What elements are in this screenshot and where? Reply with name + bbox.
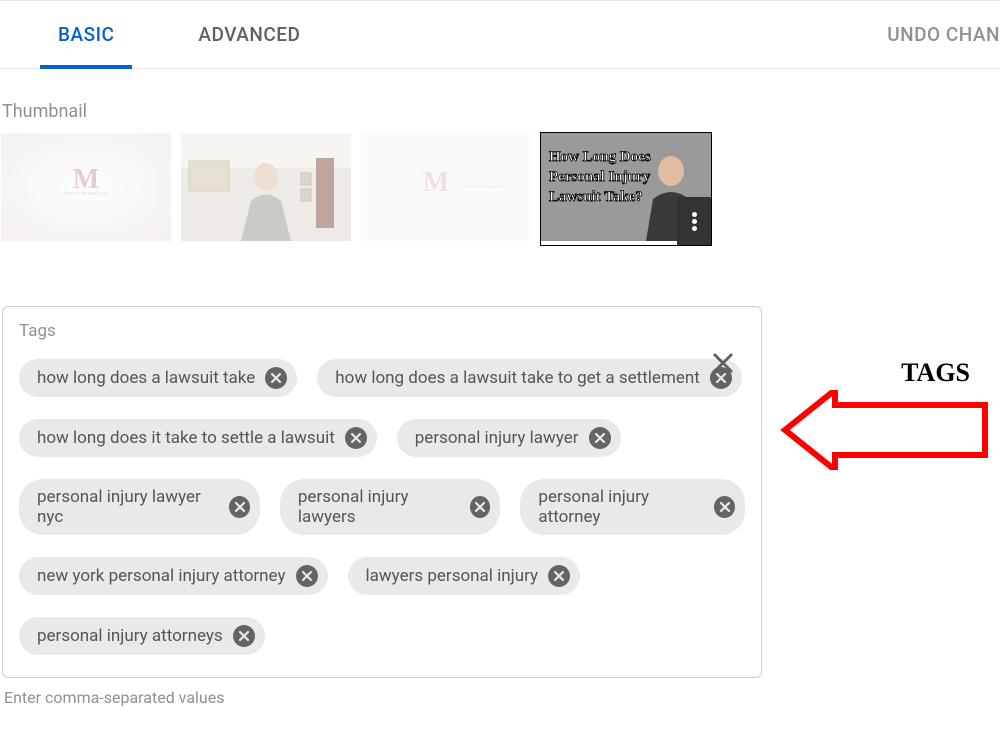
tag-chip-label: lawyers personal injury bbox=[366, 566, 539, 586]
tag-chip[interactable]: personal injury attorneys bbox=[19, 617, 265, 655]
tags-chip-area: how long does a lawsuit take how long doe… bbox=[19, 359, 745, 655]
tag-chip-label: personal injury attorney bbox=[538, 487, 704, 527]
tag-remove-button[interactable] bbox=[233, 625, 255, 647]
tag-remove-button[interactable] bbox=[229, 496, 250, 518]
tag-chip-label: personal injury lawyer bbox=[415, 428, 579, 448]
tag-chip-label: how long does a lawsuit take to get a se… bbox=[335, 368, 700, 388]
tag-remove-button[interactable] bbox=[548, 565, 570, 587]
tag-remove-button[interactable] bbox=[470, 496, 491, 518]
svg-text:M: M bbox=[73, 164, 99, 195]
thumbnail-option-3[interactable]: M YURIY MOSHES PC bbox=[360, 132, 532, 246]
clear-all-tags-button[interactable] bbox=[709, 349, 737, 381]
annotation-label: TAGS bbox=[901, 358, 970, 388]
close-icon bbox=[238, 630, 250, 642]
tag-chip[interactable]: how long does a lawsuit take bbox=[19, 359, 297, 397]
tag-remove-button[interactable] bbox=[714, 496, 735, 518]
thumbnail-option-2[interactable] bbox=[180, 132, 352, 246]
close-icon bbox=[719, 501, 731, 513]
tags-helper-text: Enter comma-separated values bbox=[2, 678, 982, 707]
tag-chip-label: personal injury lawyer nyc bbox=[37, 487, 219, 527]
thumbnail-row: M YURIY MOSHES PC M YURIY MOSHES PC bbox=[0, 132, 1000, 246]
tag-row: how long does it take to settle a lawsui… bbox=[19, 419, 745, 457]
tab-basic[interactable]: BASIC bbox=[40, 1, 132, 68]
tag-row: personal injury attorneys bbox=[19, 617, 745, 655]
close-icon bbox=[553, 570, 565, 582]
tag-chip-label: how long does it take to settle a lawsui… bbox=[37, 428, 335, 448]
tag-chip-label: new york personal injury attorney bbox=[37, 566, 286, 586]
tag-chip-label: personal injury lawyers bbox=[298, 487, 460, 527]
tags-label: Tags bbox=[19, 321, 745, 341]
tag-row: how long does a lawsuit take how long doe… bbox=[19, 359, 745, 397]
tag-remove-button[interactable] bbox=[265, 367, 287, 389]
tag-remove-button[interactable] bbox=[296, 565, 318, 587]
thumb-caption-3: Lawsuit Take? bbox=[549, 189, 643, 205]
tag-chip[interactable]: lawyers personal injury bbox=[348, 557, 581, 595]
tag-chip[interactable]: personal injury lawyers bbox=[280, 479, 501, 535]
tab-advanced[interactable]: ADVANCED bbox=[180, 1, 318, 68]
tag-remove-button[interactable] bbox=[589, 427, 611, 449]
tag-chip[interactable]: personal injury lawyer bbox=[397, 419, 621, 457]
tag-chip[interactable]: personal injury lawyer nyc bbox=[19, 479, 260, 535]
tag-chip[interactable]: how long does it take to settle a lawsui… bbox=[19, 419, 377, 457]
close-icon bbox=[301, 570, 313, 582]
more-vertical-icon bbox=[692, 210, 697, 233]
close-icon bbox=[474, 501, 486, 513]
undo-changes-button[interactable]: UNDO CHAN bbox=[887, 23, 1000, 46]
tag-chip[interactable]: new york personal injury attorney bbox=[19, 557, 328, 595]
tag-remove-button[interactable] bbox=[345, 427, 367, 449]
tag-row: new york personal injury attorney lawyers… bbox=[19, 557, 745, 595]
close-icon bbox=[709, 349, 737, 377]
thumbnail-label: Thumbnail bbox=[0, 69, 1000, 132]
tag-row: personal injury lawyer nyc personal injur… bbox=[19, 479, 745, 535]
close-icon bbox=[594, 432, 606, 444]
tabs: BASIC ADVANCED bbox=[40, 1, 318, 68]
tag-chip[interactable]: how long does a lawsuit take to get a se… bbox=[317, 359, 742, 397]
thumb-caption-2: Personal Injury bbox=[549, 169, 651, 185]
tag-chip-label: how long does a lawsuit take bbox=[37, 368, 255, 388]
thumbnail-option-4-selected[interactable]: How Long Does Personal Injury Lawsuit Ta… bbox=[540, 132, 712, 246]
tag-chip[interactable]: personal injury attorney bbox=[520, 479, 745, 535]
close-icon bbox=[270, 372, 282, 384]
annotation-arrow-icon bbox=[780, 390, 990, 470]
header: BASIC ADVANCED UNDO CHAN bbox=[0, 1, 1000, 68]
tag-chip-label: personal injury attorneys bbox=[37, 626, 223, 646]
tags-box[interactable]: Tags how long does a lawsuit takehow lon… bbox=[2, 306, 762, 678]
thumbnail-more-options-button[interactable] bbox=[677, 197, 711, 245]
svg-text:YURIY MOSHES PC: YURIY MOSHES PC bbox=[64, 192, 109, 197]
close-icon bbox=[350, 432, 362, 444]
thumbnail-option-1[interactable]: M YURIY MOSHES PC bbox=[0, 132, 172, 246]
thumb-caption-1: How Long Does bbox=[549, 149, 651, 165]
close-icon bbox=[234, 501, 246, 513]
